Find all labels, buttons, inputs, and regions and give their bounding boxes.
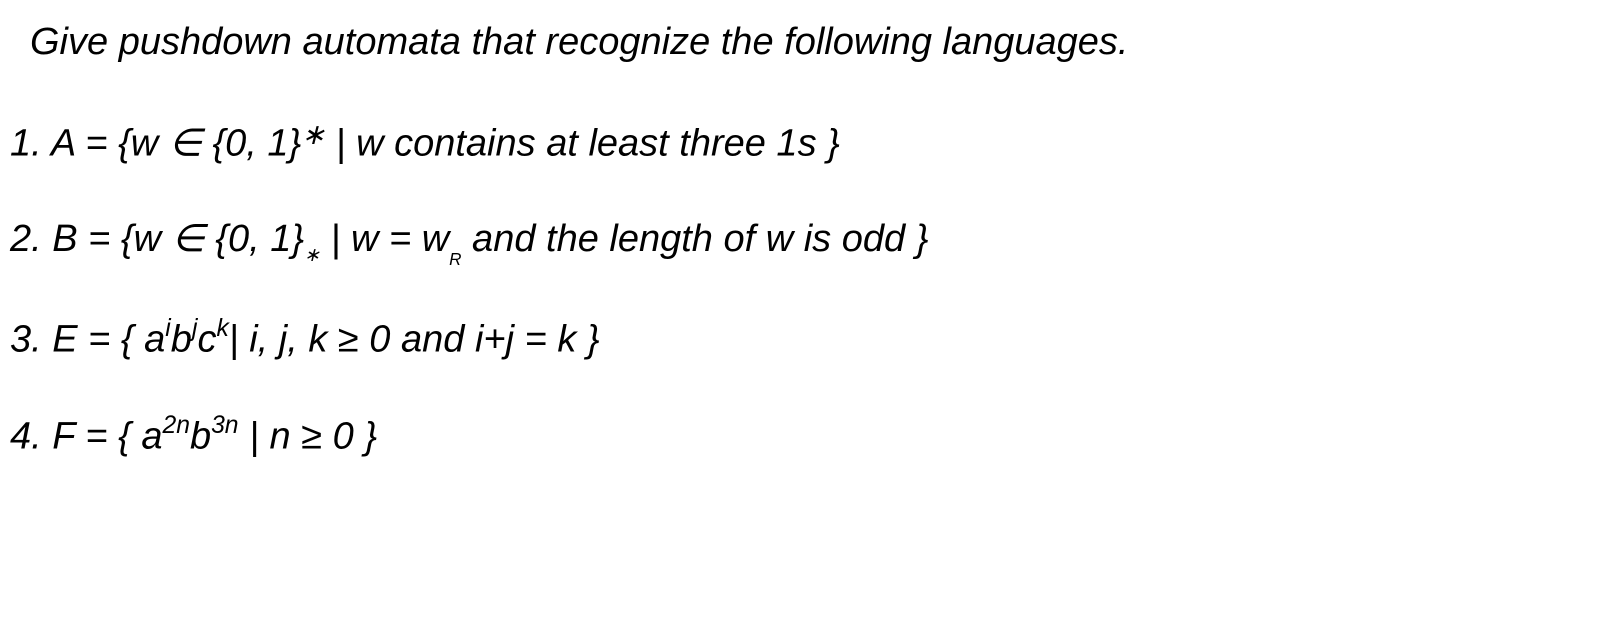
- condition: and the length of w is odd }: [462, 218, 929, 260]
- set-label: A = {w: [51, 122, 169, 164]
- problem-number: 4.: [10, 416, 52, 458]
- problem-4: 4. F = { a2nb3n | n ≥ 0 }: [10, 413, 1605, 460]
- exp-k: k: [216, 315, 228, 342]
- condition: | w contains at least three 1s }: [325, 122, 840, 164]
- alphabet: {0, 1}: [205, 218, 304, 260]
- alphabet: {0, 1}: [202, 122, 301, 164]
- b-symbol: b: [190, 416, 211, 458]
- exp-3n: 3n: [211, 412, 238, 439]
- problem-3: 3. E = { aibjck| i, j, k ≥ 0 and i+j = k…: [10, 316, 1605, 363]
- set-label: E = { a: [52, 319, 165, 361]
- exp-2n: 2n: [162, 412, 189, 439]
- set-label: F = { a: [52, 416, 162, 458]
- reverse-subscript: R: [449, 250, 461, 269]
- bar-eq: | w = w: [320, 218, 449, 260]
- exp-j: j: [192, 315, 198, 342]
- b-symbol: b: [171, 319, 192, 361]
- problem-number: 1.: [10, 122, 51, 164]
- problem-1: 1. A = {w ∈ {0, 1}∗ | w contains at leas…: [10, 116, 1605, 167]
- problem-number: 2.: [10, 218, 52, 260]
- kleene-star: ∗: [301, 119, 325, 151]
- problem-number: 3.: [10, 319, 52, 361]
- condition: | i, j, k ≥ 0 and i+j = k }: [229, 319, 600, 361]
- intro-text: Give pushdown automata that recognize th…: [30, 20, 1605, 66]
- element-of: ∈: [169, 122, 202, 164]
- kleene-star-small: ∗: [304, 245, 320, 266]
- problem-2: 2. B = {w ∈ {0, 1}∗ | w = wR and the len…: [10, 217, 1605, 266]
- set-label: B = {w: [52, 218, 171, 260]
- condition: | n ≥ 0 }: [239, 416, 377, 458]
- exp-i: i: [165, 315, 171, 342]
- element-of: ∈: [172, 218, 205, 260]
- c-symbol: c: [197, 319, 216, 361]
